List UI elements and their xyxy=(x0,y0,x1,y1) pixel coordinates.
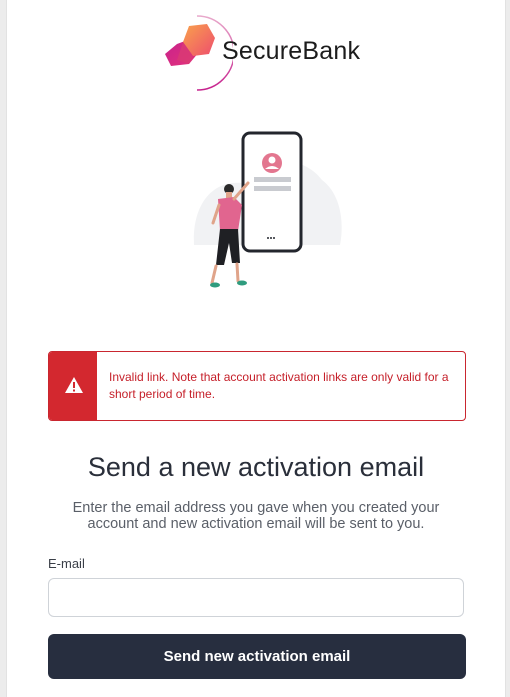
brand-logo: SecureBank xyxy=(157,12,377,92)
email-input[interactable] xyxy=(48,578,464,617)
page-description: Enter the email address you gave when yo… xyxy=(72,500,440,532)
email-label: E-mail xyxy=(48,556,85,571)
phone-illustration xyxy=(193,131,342,288)
warning-icon xyxy=(65,377,83,393)
brand-name: SecureBank xyxy=(222,37,361,65)
page-title: Send a new activation email xyxy=(87,452,425,482)
error-alert: Invalid link. Note that account activati… xyxy=(48,351,466,421)
activation-card: SecureBank Invalid link. Note that accou… xyxy=(6,0,506,697)
send-activation-email-button[interactable]: Send new activation email xyxy=(48,634,466,679)
alert-message: Invalid link. Note that account activati… xyxy=(109,370,449,401)
alert-icon-panel xyxy=(49,352,97,420)
